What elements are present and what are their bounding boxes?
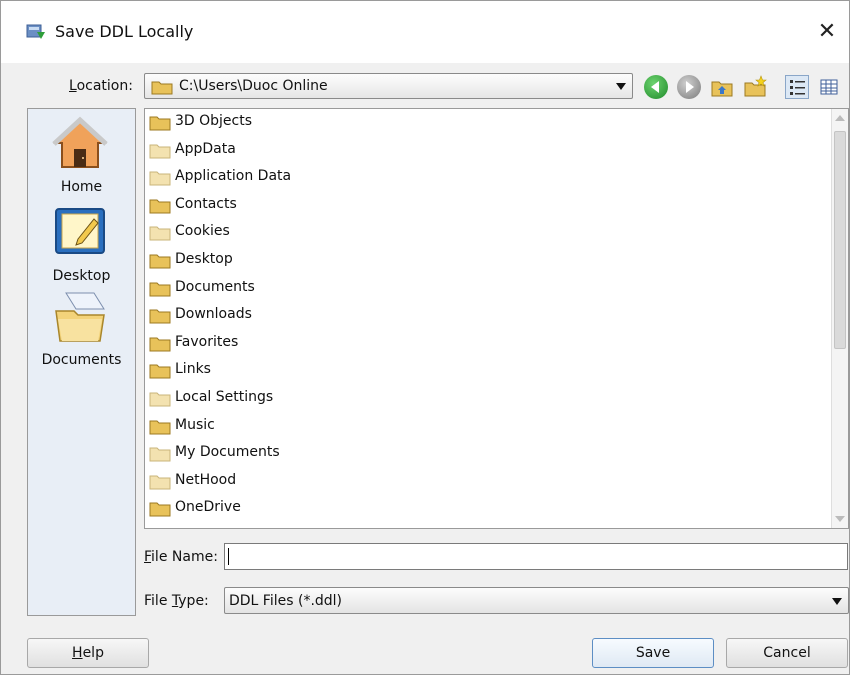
file-type-dropdown[interactable]: DDL Files (*.ddl) — [224, 587, 849, 614]
file-name-text: Local Settings — [175, 388, 274, 405]
details-view-button[interactable] — [817, 75, 841, 99]
place-desktop-label: Desktop — [52, 268, 111, 284]
new-folder-button[interactable] — [743, 75, 767, 99]
list-view-icon — [790, 80, 805, 95]
folder-icon — [149, 392, 171, 407]
file-name-label: File Name: — [144, 549, 218, 565]
file-row[interactable]: Documents — [145, 275, 848, 303]
location-dropdown[interactable]: C:\Users\Duoc Online — [144, 73, 633, 99]
file-list[interactable]: 3D Objects AppData Application Data Contact… — [144, 108, 849, 529]
help-button[interactable]: Help — [27, 638, 149, 668]
close-button[interactable]: ✕ — [809, 15, 845, 51]
file-row[interactable]: 3D Objects — [145, 109, 848, 137]
cancel-button[interactable]: Cancel — [726, 638, 848, 668]
location-label: Location: — [69, 78, 133, 94]
place-desktop[interactable]: Desktop — [28, 201, 135, 287]
file-name-text: Documents — [175, 278, 255, 295]
new-folder-icon — [744, 75, 767, 97]
folder-icon — [149, 144, 171, 159]
file-name-input[interactable] — [224, 543, 848, 570]
documents-icon — [55, 292, 105, 342]
file-row[interactable]: Local Settings — [145, 385, 848, 413]
file-row[interactable]: NetHood — [145, 468, 848, 496]
file-name-text: OneDrive — [175, 499, 241, 516]
title-bar: Save DDL Locally ✕ — [1, 1, 849, 63]
details-view-icon — [820, 79, 838, 95]
folder-icon — [149, 337, 171, 352]
file-name-text: Application Data — [175, 168, 292, 185]
folder-icon — [149, 502, 171, 517]
file-name-text: Music — [175, 416, 215, 433]
file-row[interactable]: Contacts — [145, 192, 848, 220]
file-row[interactable]: My Documents — [145, 440, 848, 468]
folder-icon — [149, 116, 171, 131]
place-home-label: Home — [60, 179, 103, 195]
file-row[interactable]: Desktop — [145, 247, 848, 275]
file-row[interactable]: OneDrive — [145, 495, 848, 523]
dialog-title: Save DDL Locally — [55, 22, 194, 41]
places-sidebar: Home Desktop Documents — [27, 108, 136, 616]
save-dialog: Save DDL Locally ✕ Location: C:\Users\Du… — [0, 0, 850, 675]
folder-icon — [149, 226, 171, 241]
file-name-text: Favorites — [175, 333, 239, 350]
file-row[interactable]: Links — [145, 357, 848, 385]
scroll-down-icon[interactable] — [835, 516, 845, 522]
file-row[interactable]: AppData — [145, 137, 848, 165]
file-row[interactable]: Downloads — [145, 302, 848, 330]
file-name-text: Cookies — [175, 223, 230, 240]
chevron-down-icon — [616, 83, 626, 90]
text-caret — [228, 548, 229, 565]
file-row[interactable]: Music — [145, 413, 848, 441]
up-folder-icon — [711, 81, 733, 97]
folder-icon — [149, 309, 171, 324]
back-icon — [651, 81, 659, 93]
folder-icon — [149, 364, 171, 379]
chevron-down-icon — [832, 598, 842, 605]
scroll-up-icon[interactable] — [835, 115, 845, 121]
file-name-text: Desktop — [175, 250, 233, 267]
forward-button[interactable] — [677, 75, 701, 99]
folder-icon — [149, 199, 171, 214]
folder-icon — [149, 420, 171, 435]
home-icon — [52, 116, 108, 168]
place-documents[interactable]: Documents — [28, 289, 135, 379]
vertical-scrollbar[interactable] — [831, 109, 848, 528]
place-documents-label: Documents — [41, 352, 122, 368]
folder-icon — [149, 171, 171, 186]
list-view-button[interactable] — [785, 75, 809, 99]
save-ddl-icon — [26, 24, 45, 39]
folder-icon — [149, 254, 171, 269]
desktop-icon — [55, 208, 105, 254]
file-row[interactable]: Cookies — [145, 219, 848, 247]
save-button[interactable]: Save — [592, 638, 714, 668]
back-button[interactable] — [644, 75, 668, 99]
scroll-thumb[interactable] — [834, 131, 846, 349]
close-icon: ✕ — [817, 19, 837, 44]
file-row[interactable]: Favorites — [145, 330, 848, 358]
file-type-value: DDL Files (*.ddl) — [229, 593, 343, 609]
place-home[interactable]: Home — [28, 109, 135, 197]
file-name-text: My Documents — [175, 444, 280, 461]
file-name-text: Links — [175, 361, 211, 378]
up-folder-button[interactable] — [710, 75, 734, 99]
folder-icon — [149, 475, 171, 490]
file-name-text: NetHood — [175, 471, 237, 488]
file-type-label: File Type: — [144, 593, 209, 609]
file-name-text: 3D Objects — [175, 113, 253, 129]
folder-icon — [151, 81, 173, 95]
folder-icon — [149, 447, 171, 462]
location-value: C:\Users\Duoc Online — [179, 78, 328, 94]
file-rows: 3D Objects AppData Application Data Contact… — [145, 109, 848, 523]
file-name-text: AppData — [175, 140, 236, 157]
file-name-text: Downloads — [175, 306, 252, 323]
forward-icon — [686, 81, 694, 93]
file-row[interactable]: Application Data — [145, 164, 848, 192]
file-name-text: Contacts — [175, 195, 237, 212]
folder-icon — [149, 282, 171, 297]
